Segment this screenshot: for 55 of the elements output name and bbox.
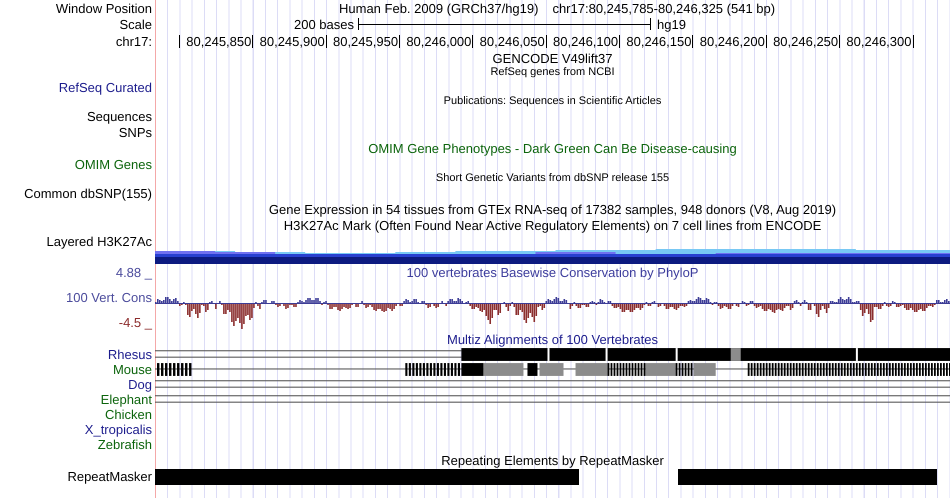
track-label[interactable]: Dog xyxy=(128,378,152,391)
position-text: chr17:80,245,785-80,246,325 (541 bp) xyxy=(552,2,776,14)
ruler-tick xyxy=(252,35,254,48)
track-label[interactable]: Common dbSNP(155) xyxy=(24,186,152,200)
track-label[interactable]: RepeatMasker xyxy=(67,470,152,483)
track-label[interactable]: 100 Vert. Cons xyxy=(66,291,152,304)
ruler-tick xyxy=(766,35,767,48)
track-label[interactable]: Chicken xyxy=(105,408,152,421)
ruler-tick xyxy=(619,35,620,48)
track-label[interactable]: Sequences xyxy=(86,110,152,122)
track-label[interactable]: Rhesus xyxy=(108,348,152,361)
ruler-tick xyxy=(399,35,400,48)
row-label: chr17: xyxy=(116,34,152,48)
ruler-tick xyxy=(546,35,547,48)
track-title: Repeating Elements by RepeatMasker xyxy=(441,454,664,466)
ruler-label: 80,246,250 xyxy=(773,35,838,48)
track-label[interactable]: Elephant xyxy=(100,393,152,406)
ruler-tick xyxy=(912,35,914,48)
row-label: Scale xyxy=(119,18,152,30)
ruler-tick xyxy=(692,35,694,48)
ruler-label: 80,245,950 xyxy=(332,35,398,48)
ruler-label: 80,246,200 xyxy=(700,35,765,48)
ruler-tick xyxy=(326,35,327,48)
track-title: GENCODE V49lift37 xyxy=(492,52,612,64)
ruler-label: 80,246,050 xyxy=(480,35,545,48)
ruler-label: 80,246,100 xyxy=(553,35,618,48)
track-title: OMIM Gene Phenotypes - Dark Green Can Be Disease-causing xyxy=(368,142,737,154)
ruler-label: 80,245,850 xyxy=(186,35,252,48)
track-title: 100 vertebrates Basewise Conservation by PhyloP xyxy=(406,266,698,279)
ruler-label: 80,246,150 xyxy=(626,35,692,48)
ruler-tick xyxy=(179,35,180,48)
ruler-label: 80,246,300 xyxy=(846,35,912,48)
assembly-title: Human Feb. 2009 (GRCh37/hg19) xyxy=(339,2,538,14)
track-title: Short Genetic Variants from dbSNP release 155 xyxy=(436,173,670,184)
ruler-tick xyxy=(472,35,474,48)
scale-text: 200 bases xyxy=(293,18,355,30)
track-label[interactable]: SNPs xyxy=(118,126,152,138)
row-label: Window Position xyxy=(56,2,152,14)
ruler-tick xyxy=(839,35,840,48)
assembly-text: hg19 xyxy=(656,18,686,30)
track-label[interactable]: Layered H3K27Ac xyxy=(46,234,152,248)
axis-max-label: 4.88 _ xyxy=(116,266,152,279)
axis-min-label: -4.5 _ xyxy=(118,316,152,329)
ruler-label: 80,245,900 xyxy=(260,35,325,48)
track-title: H3K27Ac Mark (Often Found Near Active Regulatory Elements) on 7 cell lines from ENCODE xyxy=(284,218,822,232)
track-label[interactable]: X_tropicalis xyxy=(84,423,152,436)
track-label[interactable]: RefSeq Curated xyxy=(58,80,152,94)
track-label[interactable]: OMIM Genes xyxy=(74,158,152,170)
track-label[interactable]: Zebrafish xyxy=(98,438,152,451)
track-title: Gene Expression in 54 tissues from GTEx RNA-seq of 17382 samples, 948 donors (V8, Aug 2019) xyxy=(268,202,836,216)
track-title: Multiz Alignments of 100 Vertebrates xyxy=(446,332,658,346)
ruler-label: 80,246,000 xyxy=(406,35,472,48)
track-label[interactable]: Mouse xyxy=(112,363,152,376)
track-title: RefSeq genes from NCBI xyxy=(490,67,615,78)
track-title: Publications: Sequences in Scientific Articles xyxy=(444,96,662,107)
